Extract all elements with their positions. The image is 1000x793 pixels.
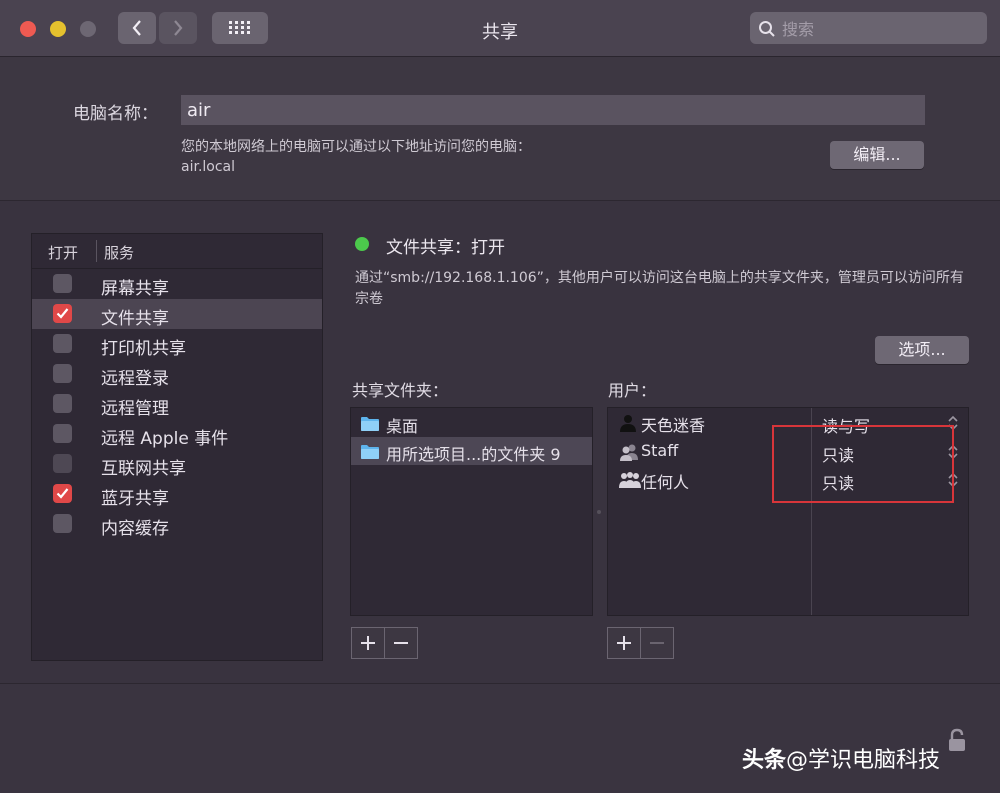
watermark-brand: 头条 bbox=[742, 748, 787, 773]
sharing-description: 通过“smb://192.168.1.106”，其他用户可以访问这台电脑上的共享… bbox=[355, 270, 964, 307]
service-label: 远程 Apple 事件 bbox=[101, 429, 229, 449]
service-checkbox[interactable] bbox=[53, 514, 72, 533]
bottom-bar bbox=[0, 684, 1000, 793]
service-checkbox[interactable] bbox=[53, 274, 72, 293]
user-row[interactable]: 任何人 只读 bbox=[608, 466, 968, 494]
service-row-bluetooth-sharing[interactable]: 蓝牙共享 bbox=[32, 479, 322, 509]
user-name: 天色迷香 bbox=[641, 416, 706, 435]
shared-folders-list: 桌面 用所选项目...的文件夹 9 bbox=[350, 407, 593, 616]
title-bar: 共享 bbox=[0, 0, 1000, 57]
minus-icon bbox=[394, 642, 408, 644]
minus-icon bbox=[650, 642, 664, 644]
service-label: 远程管理 bbox=[101, 399, 169, 419]
permission-select[interactable]: 只读 bbox=[822, 442, 854, 466]
service-checkbox[interactable] bbox=[53, 484, 72, 503]
edit-button[interactable]: 编辑... bbox=[830, 141, 924, 169]
user-name: 任何人 bbox=[641, 473, 690, 492]
service-checkbox[interactable] bbox=[53, 394, 72, 413]
user-row[interactable]: Staff 只读 bbox=[608, 438, 968, 466]
folder-icon bbox=[361, 445, 379, 459]
service-label: 屏幕共享 bbox=[101, 279, 169, 299]
service-checkbox[interactable] bbox=[53, 364, 72, 383]
status-title: 文件共享：打开 bbox=[386, 238, 505, 258]
header-on[interactable]: 打开 bbox=[48, 242, 78, 263]
add-user-button[interactable] bbox=[608, 628, 640, 658]
everyone-icon bbox=[619, 472, 641, 488]
service-label: 蓝牙共享 bbox=[101, 489, 169, 509]
services-list: 打开 服务 屏幕共享 文件共享 打印机共享 远程登录 远程管理 远程 Apple… bbox=[31, 233, 323, 661]
remove-user-button[interactable] bbox=[641, 628, 673, 658]
service-row-remote-management[interactable]: 远程管理 bbox=[32, 389, 322, 419]
computer-name-label: 电脑名称： bbox=[73, 104, 158, 124]
permission-select[interactable]: 只读 bbox=[822, 470, 854, 494]
user-row[interactable]: 天色迷香 读与写 bbox=[608, 409, 968, 437]
service-label: 打印机共享 bbox=[101, 339, 186, 359]
service-row-internet-sharing[interactable]: 互联网共享 bbox=[32, 449, 322, 479]
group-icon bbox=[620, 444, 638, 461]
search-icon bbox=[759, 21, 775, 37]
checkmark-icon bbox=[56, 308, 69, 319]
search-input[interactable] bbox=[780, 16, 980, 42]
header-service[interactable]: 服务 bbox=[104, 242, 134, 263]
watermark: 头条@学识电脑科技 bbox=[742, 742, 940, 774]
search-field[interactable] bbox=[750, 12, 987, 44]
permission-select[interactable]: 读与写 bbox=[822, 413, 870, 437]
service-checkbox[interactable] bbox=[53, 454, 72, 473]
watermark-text: @学识电脑科技 bbox=[786, 748, 941, 773]
service-row-remote-apple-events[interactable]: 远程 Apple 事件 bbox=[32, 419, 322, 449]
header-divider bbox=[96, 240, 97, 262]
remove-folder-button[interactable] bbox=[385, 628, 417, 658]
service-checkbox[interactable] bbox=[53, 424, 72, 443]
add-folder-button[interactable] bbox=[352, 628, 384, 658]
shared-folders-label: 共享文件夹： bbox=[352, 381, 449, 400]
service-row-file-sharing[interactable]: 文件共享 bbox=[32, 299, 322, 329]
folder-row-desktop[interactable]: 桌面 bbox=[351, 409, 592, 437]
folder-icon bbox=[361, 417, 379, 431]
service-checkbox[interactable] bbox=[53, 304, 72, 323]
users-label: 用户： bbox=[608, 381, 657, 400]
service-checkbox[interactable] bbox=[53, 334, 72, 353]
options-button[interactable]: 选项... bbox=[875, 336, 969, 364]
computer-name-input[interactable] bbox=[181, 95, 925, 125]
service-row-printer-sharing[interactable]: 打印机共享 bbox=[32, 329, 322, 359]
service-label: 文件共享 bbox=[101, 309, 169, 329]
folder-row-selected-items[interactable]: 用所选项目...的文件夹 9 bbox=[351, 437, 592, 465]
plus-icon bbox=[617, 636, 631, 650]
up-down-arrows-icon[interactable] bbox=[947, 414, 959, 432]
service-label: 远程登录 bbox=[101, 369, 169, 389]
service-label: 内容缓存 bbox=[101, 519, 169, 539]
computer-name-section bbox=[0, 57, 1000, 201]
service-row-content-caching[interactable]: 内容缓存 bbox=[32, 509, 322, 539]
services-list-header: 打开 服务 bbox=[32, 234, 322, 269]
checkmark-icon bbox=[56, 488, 69, 499]
user-add-remove-control bbox=[607, 627, 674, 659]
service-row-remote-login[interactable]: 远程登录 bbox=[32, 359, 322, 389]
single-user-icon bbox=[620, 415, 636, 432]
up-down-arrows-icon[interactable] bbox=[947, 471, 959, 489]
folder-add-remove-control bbox=[351, 627, 418, 659]
splitter-handle[interactable] bbox=[596, 505, 602, 519]
up-down-arrows-icon[interactable] bbox=[947, 443, 959, 461]
local-address: air.local bbox=[181, 159, 236, 175]
users-list: 天色迷香 读与写 Staff 只读 任何人 只读 bbox=[607, 407, 969, 616]
user-name: Staff bbox=[641, 441, 679, 460]
address-description: 您的本地网络上的电脑可以通过以下地址访问您的电脑： bbox=[181, 139, 531, 155]
service-row-screen-sharing[interactable]: 屏幕共享 bbox=[32, 269, 322, 299]
folder-label: 用所选项目...的文件夹 9 bbox=[386, 445, 561, 464]
service-label: 互联网共享 bbox=[101, 459, 186, 479]
folder-label: 桌面 bbox=[386, 417, 419, 436]
computer-address-info: 您的本地网络上的电脑可以通过以下地址访问您的电脑： air.local bbox=[181, 137, 531, 177]
lock-icon[interactable] bbox=[946, 728, 968, 754]
plus-icon bbox=[361, 636, 375, 650]
status-indicator bbox=[355, 237, 369, 251]
